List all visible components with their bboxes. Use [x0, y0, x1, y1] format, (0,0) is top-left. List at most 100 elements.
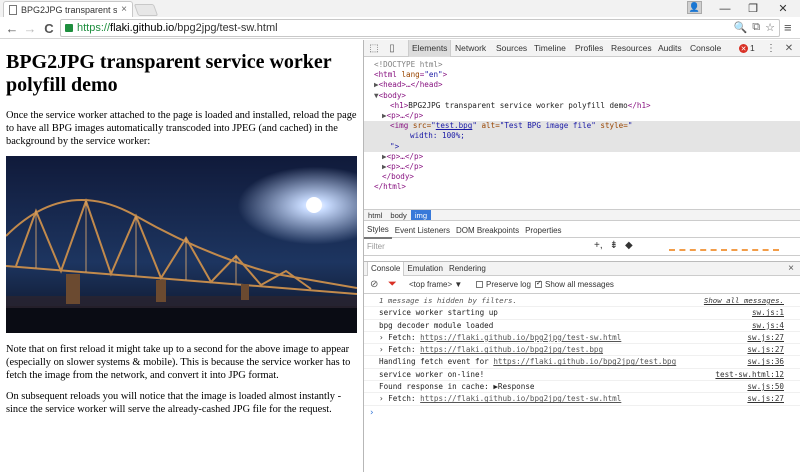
dom-doctype[interactable]: <!DOCTYPE html>: [364, 60, 800, 70]
title-bar: BPG2JPG transparent serv × 👤 — ❐ ✕: [0, 0, 800, 17]
breadcrumb-html[interactable]: html: [364, 210, 386, 220]
translate-icon[interactable]: ⧉: [752, 21, 760, 34]
styles-filter-input[interactable]: Filter: [367, 242, 385, 251]
show-all-checkbox[interactable]: Show all messages: [535, 279, 614, 289]
head-tag: <head>…</head>: [378, 80, 443, 90]
tab-close-icon[interactable]: ×: [121, 4, 127, 15]
dom-img-node-selected[interactable]: <img src="test.bpg" alt="Test BPG image …: [364, 121, 800, 132]
styles-filter-bar: Filter +, ⇟ ◆: [364, 238, 800, 256]
source-link[interactable]: sw.js:50: [747, 381, 784, 393]
dom-head-node[interactable]: ▶<head>…</head>: [364, 80, 800, 90]
tab-dom-breakpoints[interactable]: DOM Breakpoints: [453, 223, 522, 238]
inspect-icon[interactable]: ⬚: [368, 42, 380, 54]
drawer-tab-emulation[interactable]: Emulation: [404, 262, 446, 276]
error-icon[interactable]: ✕: [739, 44, 748, 53]
show-all-label: Show all messages: [545, 280, 614, 289]
hidden-msg-text: 1 message is hidden by filters.: [379, 296, 517, 305]
dom-html-node[interactable]: <html lang="en">: [364, 70, 800, 80]
reload-button[interactable]: C: [41, 20, 57, 36]
dom-p-node[interactable]: ▶<p>…</p>: [364, 152, 800, 162]
dom-h1-node[interactable]: <h1>BPG2JPG transparent service worker p…: [364, 101, 800, 111]
source-link[interactable]: sw.js:36: [747, 356, 784, 368]
message-prefix: Handling fetch event for: [379, 357, 489, 367]
devtools-panel: ⬚ ▯ Elements Network Sources Timeline Pr…: [364, 40, 800, 472]
maximize-button[interactable]: ❐: [736, 0, 770, 17]
tab-event-listeners[interactable]: Event Listeners: [392, 223, 453, 238]
tab-network[interactable]: Network: [452, 40, 489, 57]
filter-funnel-icon[interactable]: ⏷: [388, 278, 397, 291]
device-mode-icon[interactable]: ▯: [386, 42, 398, 54]
bookmark-star-icon[interactable]: ☆: [765, 21, 775, 34]
source-link[interactable]: sw.js:1: [752, 307, 784, 319]
search-icon[interactable]: 🔍: [734, 21, 748, 34]
forward-button[interactable]: →: [22, 20, 38, 36]
close-drawer-icon[interactable]: ×: [788, 263, 794, 274]
address-bar[interactable]: https://flaki.github.io/bpg2jpg/test-sw.…: [60, 19, 780, 37]
src-attr: src=: [412, 121, 432, 131]
element-state-icon[interactable]: ⇟: [610, 240, 618, 251]
dom-p-node[interactable]: ▶<p>…</p>: [364, 162, 800, 172]
tab-styles[interactable]: Styles: [364, 222, 392, 239]
response-object[interactable]: ▶Response: [493, 382, 534, 391]
frame-select[interactable]: <top frame> ▼: [409, 280, 462, 289]
bridge-photo: [6, 156, 357, 333]
tab-properties[interactable]: Properties: [522, 223, 564, 238]
dom-body-close[interactable]: </body>: [364, 172, 800, 182]
dom-img-end-line[interactable]: ">: [364, 141, 800, 152]
preserve-log-checkbox[interactable]: Preserve log: [476, 280, 531, 289]
breadcrumb: html body img: [364, 209, 800, 221]
alt-attr: alt=: [481, 121, 500, 131]
tab-elements[interactable]: Elements: [408, 40, 452, 57]
message-url[interactable]: https://flaki.github.io/bpg2jpg/test-sw.…: [420, 333, 621, 342]
message-prefix: › Fetch:: [379, 332, 416, 342]
message-url[interactable]: https://flaki.github.io/bpg2jpg/test.bpg: [420, 345, 603, 354]
source-link[interactable]: test-sw.html:12: [715, 369, 784, 381]
source-link[interactable]: sw.js:4: [752, 320, 784, 332]
lang-value: "en": [424, 70, 443, 80]
more-options-icon[interactable]: ⋮: [765, 42, 777, 54]
lang-attr: lang: [401, 70, 420, 80]
drawer-tab-rendering[interactable]: Rendering: [446, 262, 489, 276]
message-url[interactable]: https://flaki.github.io/bpg2jpg/test.bpg: [493, 357, 676, 366]
tab-timeline[interactable]: Timeline: [531, 40, 569, 57]
dom-body-node[interactable]: ▼<body>: [364, 91, 800, 101]
preserve-log-label: Preserve log: [486, 280, 531, 289]
dom-html-close[interactable]: </html>: [364, 182, 800, 192]
message-prefix: › Fetch:: [379, 345, 416, 355]
show-all-link[interactable]: Show all messages.: [704, 295, 784, 307]
p-tag: <p>…</p>: [386, 111, 424, 121]
close-devtools-icon[interactable]: ✕: [783, 42, 795, 54]
src-link[interactable]: test.bpg: [436, 121, 473, 130]
tab-sources[interactable]: Sources: [493, 40, 530, 57]
clear-console-icon[interactable]: ⊘: [370, 279, 378, 290]
browser-menu-icon[interactable]: ≡: [784, 20, 796, 36]
source-link[interactable]: sw.js:27: [747, 332, 784, 344]
page-icon: [9, 4, 17, 15]
back-button[interactable]: ←: [4, 20, 20, 36]
tab-console[interactable]: Console: [687, 40, 724, 57]
browser-tab[interactable]: BPG2JPG transparent serv ×: [3, 1, 133, 17]
new-style-rule-icon[interactable]: +,: [594, 240, 603, 251]
message-url[interactable]: https://flaki.github.io/bpg2jpg/test-sw.…: [420, 394, 621, 403]
drawer-tab-console[interactable]: Console: [367, 261, 405, 276]
breadcrumb-body[interactable]: body: [386, 210, 410, 220]
source-link[interactable]: sw.js:27: [747, 393, 784, 405]
profile-icon[interactable]: 👤: [687, 1, 702, 14]
tab-profiles[interactable]: Profiles: [572, 40, 606, 57]
console-message: service worker starting up sw.js:1: [364, 307, 800, 320]
tab-audits[interactable]: Audits: [655, 40, 685, 57]
close-window-button[interactable]: ✕: [766, 0, 800, 17]
console-prompt[interactable]: ›: [364, 406, 800, 420]
dom-img-style-line[interactable]: width: 100%;: [364, 131, 800, 142]
breadcrumb-img[interactable]: img: [410, 210, 432, 220]
tab-resources[interactable]: Resources: [608, 40, 655, 57]
url-text[interactable]: https://flaki.github.io/bpg2jpg/test-sw.…: [77, 22, 278, 34]
new-tab-button[interactable]: [133, 4, 159, 16]
source-link[interactable]: sw.js:27: [747, 344, 784, 356]
dom-p-node[interactable]: ▶<p>…</p>: [364, 111, 800, 121]
console-message: service worker on-line! test-sw.html:12: [364, 369, 800, 382]
dropdown-arrow-icon: ▼: [454, 280, 463, 289]
drawer-tabbar: Console Emulation Rendering ×: [364, 261, 800, 276]
error-count[interactable]: 1: [750, 40, 755, 57]
color-format-icon[interactable]: ◆: [625, 240, 633, 251]
